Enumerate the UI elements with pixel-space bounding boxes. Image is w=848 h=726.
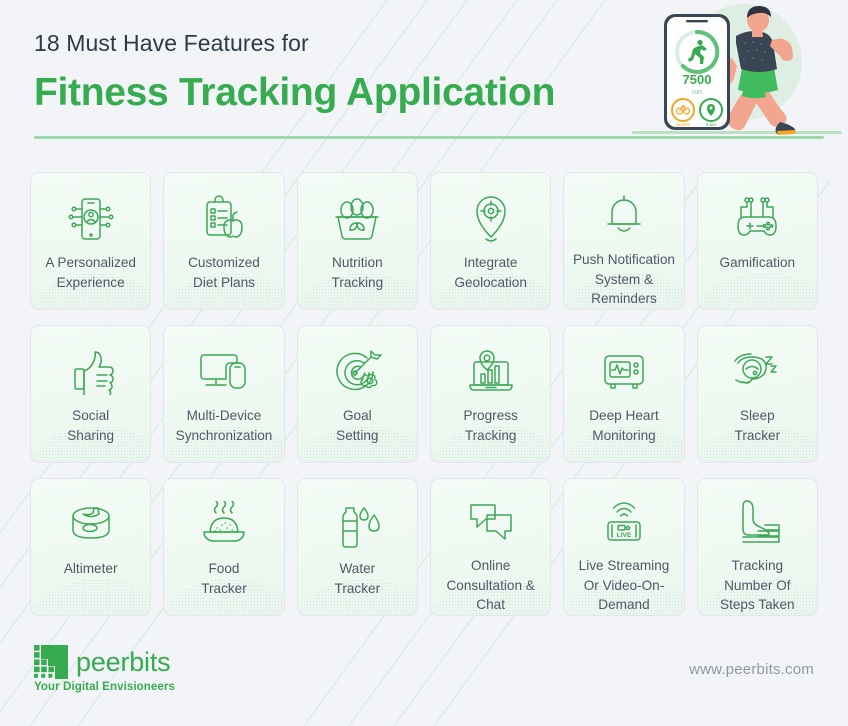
feature-card-label: Sleep Tracker <box>734 408 781 443</box>
altimeter-dial-icon <box>65 499 117 551</box>
features-grid: A Personalized Experience Customized Die… <box>0 150 848 616</box>
feature-card-label: Nutrition Tracking <box>331 255 384 290</box>
footer: peerbits Your Digital Envisioneers www.p… <box>0 630 848 726</box>
feature-card-progress-tracking[interactable]: Progress Tracking <box>430 325 552 463</box>
feature-card-nutrition-tracking[interactable]: Nutrition Tracking <box>296 172 418 310</box>
feature-card-water-tracker[interactable]: Water Tracker <box>296 478 418 616</box>
target-gear-icon <box>331 346 383 398</box>
fruit-basket-icon <box>331 193 383 245</box>
feature-card-label: Gamification <box>719 255 796 270</box>
feature-card-label: Progress Tracking <box>463 408 518 443</box>
hero-ground-line <box>632 131 842 134</box>
feature-card-label: Water Tracker <box>334 561 381 596</box>
infographic-canvas: 18 Must Have Features for Fitness Tracki… <box>0 0 848 726</box>
brand-name: peerbits <box>76 646 171 677</box>
feature-card-label: Tracking Number Of Steps Taken <box>720 557 795 613</box>
feature-card-label: Food Tracker <box>201 561 247 596</box>
feature-card-gamification[interactable]: Gamification <box>696 172 818 310</box>
gamepad-circuit-icon <box>731 193 783 245</box>
phone-activity-label: run <box>692 89 702 96</box>
feature-card-label: Online Consultation & Chat <box>446 557 535 613</box>
feature-card-customized-diet-plans[interactable]: Customized Diet Plans <box>163 172 285 310</box>
feature-card-label: Altimeter <box>63 561 118 576</box>
sleeping-face-icon <box>730 346 784 398</box>
map-pin-target-icon <box>469 193 513 245</box>
monitor-phone-icon <box>198 346 250 398</box>
feature-card-tracking-number-of-steps-taken[interactable]: Tracking Number Of Steps Taken <box>696 478 818 616</box>
phone-step-count: 7500 <box>683 72 712 87</box>
feature-card-multi-device-synchronization[interactable]: Multi-Device Synchronization <box>163 325 285 463</box>
laptop-chart-pin-icon <box>465 346 517 398</box>
feature-card-label: Social Sharing <box>67 408 115 443</box>
peerbits-logo-icon <box>34 645 68 679</box>
feature-card-label: Customized Diet Plans <box>188 255 260 290</box>
feature-card-label: Deep Heart Monitoring <box>589 408 659 443</box>
phone-mockup: 7500 run bicycle 8 km <box>664 14 730 130</box>
thumbs-up-icon <box>67 346 115 398</box>
feature-card-social-sharing[interactable]: Social Sharing <box>30 325 152 463</box>
feature-card-label: Goal Setting <box>336 408 379 443</box>
feature-card-online-consultation-chat[interactable]: Online Consultation & Chat <box>430 478 552 616</box>
feature-card-push-notification-system-reminders[interactable]: Push Notification System & Reminders <box>563 172 685 310</box>
live-broadcast-icon: LIVE <box>598 499 650 548</box>
feature-card-live-streaming-or-video-on-demand[interactable]: LIVE Live Streaming Or Video-On- Demand <box>563 478 685 616</box>
smartphone-user-chip-icon <box>64 193 118 245</box>
feature-card-a-personalized-experience[interactable]: A Personalized Experience <box>30 172 152 310</box>
phone-badge-bicycle-label: bicycle <box>676 122 690 127</box>
feature-card-deep-heart-monitoring[interactable]: Deep Heart Monitoring <box>563 325 685 463</box>
clipboard-apple-icon <box>199 193 249 245</box>
brand-block: peerbits Your Digital Envisioneers <box>34 645 175 693</box>
foot-stairs-icon <box>732 499 782 548</box>
brand-lockup: peerbits <box>34 645 175 679</box>
svg-text:LIVE: LIVE <box>617 532 632 539</box>
brand-tagline: Your Digital Envisioneers <box>34 681 175 693</box>
heart-monitor-icon <box>598 346 650 398</box>
feature-card-label: Integrate Geolocation <box>454 255 527 290</box>
feature-card-label: Push Notification System & Reminders <box>572 251 675 307</box>
phone-badge-distance-label: 8 km <box>706 122 716 127</box>
feature-card-integrate-geolocation[interactable]: Integrate Geolocation <box>430 172 552 310</box>
hero-illustration: 7500 run bicycle 8 km <box>632 0 842 145</box>
feature-card-altimeter[interactable]: Altimeter <box>30 478 152 616</box>
water-bottle-drops-icon <box>333 499 381 551</box>
feature-card-label: Live Streaming Or Video-On- Demand <box>578 557 670 613</box>
hot-meal-bowl-icon <box>198 499 250 551</box>
feature-card-goal-setting[interactable]: Goal Setting <box>296 325 418 463</box>
feature-card-label: Multi-Device Synchronization <box>175 408 273 443</box>
bell-icon <box>601 193 647 242</box>
website-url[interactable]: www.peerbits.com <box>689 661 814 678</box>
feature-card-sleep-tracker[interactable]: Sleep Tracker <box>696 325 818 463</box>
feature-card-label: A Personalized Experience <box>45 255 136 290</box>
feature-card-food-tracker[interactable]: Food Tracker <box>163 478 285 616</box>
chat-bubbles-icon <box>466 499 516 548</box>
